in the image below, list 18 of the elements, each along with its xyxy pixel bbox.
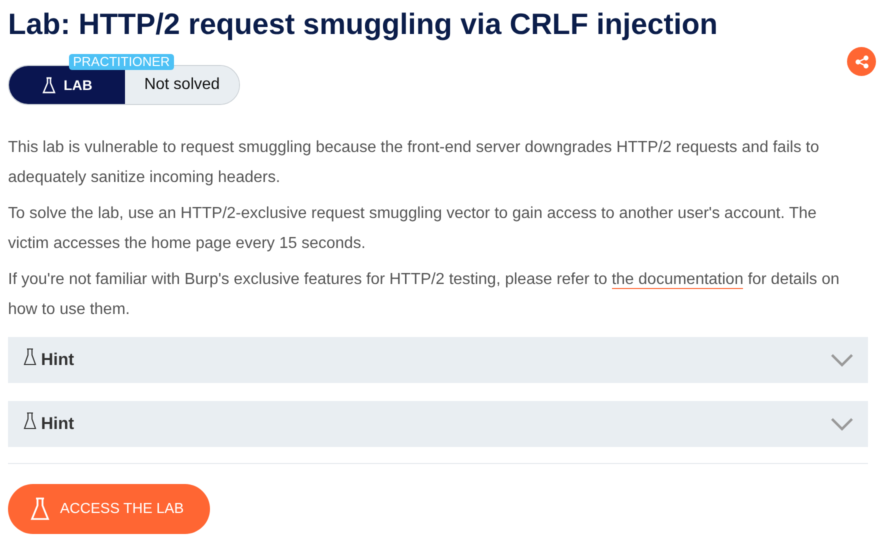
flask-icon [23,348,37,366]
flask-icon [23,412,37,430]
lab-title: Lab: HTTP/2 request smuggling via CRLF injection [8,7,719,43]
flask-icon [42,76,56,94]
flask-icon [30,497,50,521]
description-paragraph: To solve the lab, use an HTTP/2-exclusive request smuggling vector to gain access to another user's account. The victim accesses the home page every 15 seconds. [8,204,818,254]
chevron-icon [830,417,854,431]
description-paragraph: If you're not familiar with Burp's exclusive features for HTTP/2 testing, please refer to the documentation for details on how to use them. [8,270,840,320]
hint-toggle[interactable]: Hint [8,337,868,383]
hint-toggle[interactable]: Hint [8,401,868,447]
share-button[interactable] [847,47,876,76]
documentation-link[interactable]: the documentation [612,271,744,289]
status-label: Not solved [125,66,239,104]
lab-label: LAB [9,66,125,104]
level-badge: PRACTITIONER [69,54,174,70]
description-paragraph: This lab is vulnerable to request smuggling because the front-end server downgrades HTTP/2 requests and fails to adequately sanitize incoming headers. [8,138,820,188]
share-icon [854,54,868,68]
chevron-icon [830,353,854,367]
